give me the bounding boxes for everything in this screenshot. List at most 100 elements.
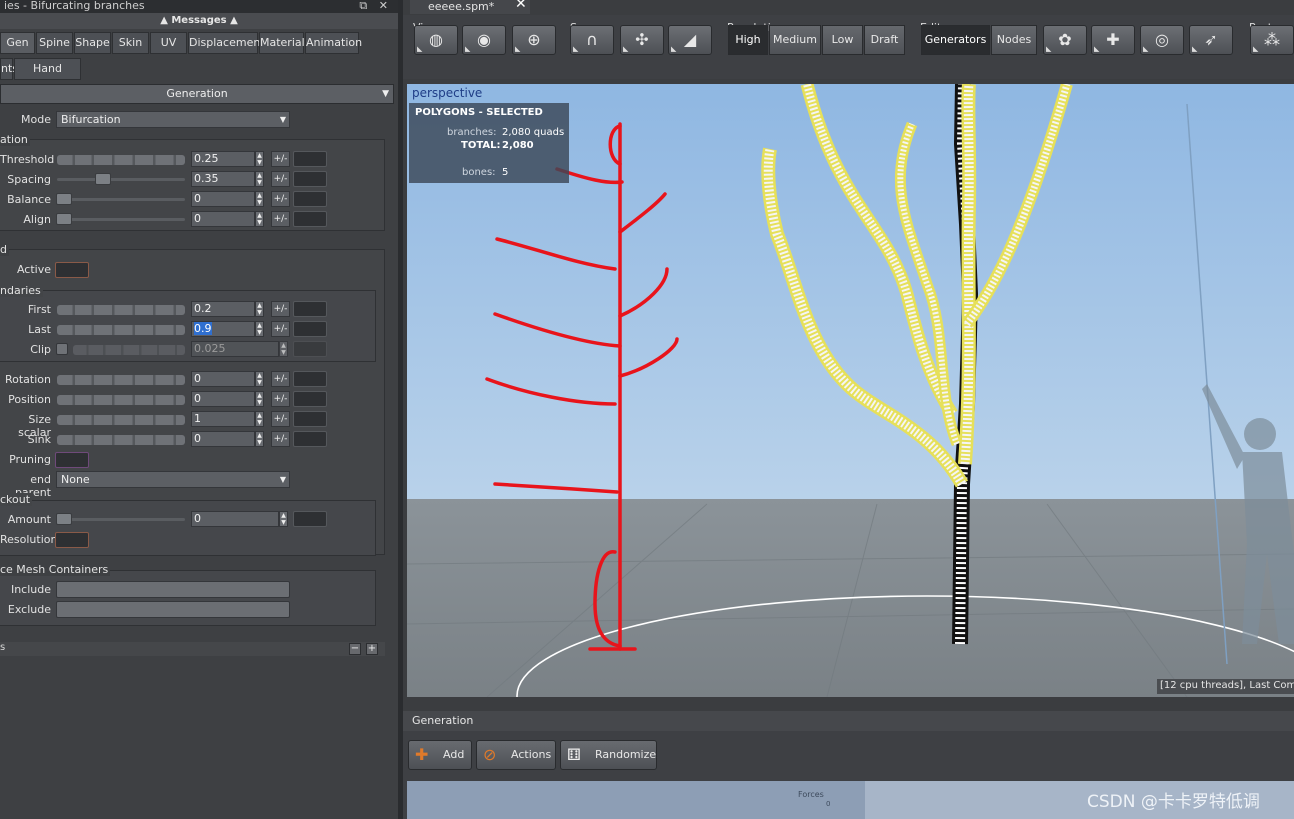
spacing-slider[interactable] (57, 178, 185, 181)
zoom-icon[interactable]: ⊕ ◣ (512, 25, 556, 55)
last-random-button[interactable]: +/- (271, 321, 290, 337)
align-curve-swatch[interactable] (293, 211, 327, 227)
active-toggle[interactable] (55, 262, 89, 278)
align-knob[interactable] (56, 213, 72, 225)
resolution-low-button[interactable]: Low (822, 25, 863, 55)
spacing-knob[interactable] (95, 173, 111, 185)
clip-checkbox[interactable] (56, 343, 68, 355)
resolution-high-button[interactable]: High (728, 25, 768, 55)
rotation-spinner[interactable]: ▲ ▼ (255, 371, 264, 387)
magnet-icon[interactable]: ∩ ◣ (570, 25, 614, 55)
align-random-button[interactable]: +/- (271, 211, 290, 227)
first-random-button[interactable]: +/- (271, 301, 290, 317)
include-field[interactable] (56, 581, 290, 598)
size-scalar-curve-swatch[interactable] (293, 411, 327, 427)
close-icon[interactable]: ✕ (515, 0, 527, 11)
size-scalar-spinner[interactable]: ▲ ▼ (255, 411, 264, 427)
tab-hand-drawn[interactable]: Hand Drawn (14, 58, 81, 95)
eye-icon[interactable]: ◉ ◣ (462, 25, 506, 55)
first-input[interactable]: 0.2 (191, 301, 255, 317)
tab-spine[interactable]: Spine (36, 32, 73, 54)
balance-spinner[interactable]: ▲ ▼ (255, 191, 264, 207)
align-spinner[interactable]: ▲ ▼ (255, 211, 264, 227)
mode-dropdown[interactable]: Bifurcation ▼ (56, 111, 290, 128)
spacing-random-button[interactable]: +/- (271, 171, 290, 187)
pruning-toggle[interactable] (55, 452, 89, 468)
tab-nts[interactable]: nts (0, 58, 18, 80)
first-slider[interactable] (57, 305, 185, 315)
randomize-button[interactable]: ⚅ Randomize (560, 740, 657, 770)
eyeball-icon[interactable]: ◎ ◣ (1140, 25, 1184, 55)
size-scalar-random-button[interactable]: +/- (271, 411, 290, 427)
sink-spinner[interactable]: ▲ ▼ (255, 431, 264, 447)
collapse-arrow-icon[interactable]: ▼ (382, 85, 389, 103)
spacing-spinner[interactable]: ▲ ▼ (255, 171, 264, 187)
3d-viewport[interactable]: perspective POLYGONS - SELECTED branches… (407, 84, 1294, 697)
bird-icon[interactable]: ➶ ◣ (1189, 25, 1233, 55)
position-random-button[interactable]: +/- (271, 391, 290, 407)
forces-node-label[interactable]: Forces (798, 790, 824, 799)
rotation-curve-swatch[interactable] (293, 371, 327, 387)
last-curve-swatch[interactable] (293, 321, 327, 337)
first-spinner[interactable]: ▲ ▼ (255, 301, 264, 317)
amount-knob[interactable] (56, 513, 72, 525)
post-effects-icon[interactable]: ⁂ ◣ (1250, 25, 1294, 55)
size-scalar-input[interactable]: 1 (191, 411, 255, 427)
tab-animation[interactable]: Animation (305, 32, 362, 54)
amount-slider[interactable] (57, 518, 185, 521)
resolution-toggle[interactable] (55, 532, 89, 548)
remove-button[interactable]: − (349, 643, 361, 655)
align-input[interactable]: 0 (191, 211, 255, 227)
balance-knob[interactable] (56, 193, 72, 205)
balance-input[interactable]: 0 (191, 191, 255, 207)
fan-icon[interactable]: ✣ ◣ (620, 25, 664, 55)
sink-slider[interactable] (57, 435, 185, 445)
actions-button[interactable]: ⊘ Actions (476, 740, 556, 770)
generators-button[interactable]: Generators (921, 25, 990, 55)
sink-random-button[interactable]: +/- (271, 431, 290, 447)
tab-displacement[interactable]: Displacement (188, 32, 265, 54)
add-generator-button[interactable]: ✚ Add (408, 740, 472, 770)
clip-spinner[interactable]: ▲ ▼ (279, 341, 288, 357)
add-branch-icon[interactable]: ✚ ◣ (1091, 25, 1135, 55)
tab-uv[interactable]: UV (150, 32, 187, 54)
add-button[interactable]: + (366, 643, 378, 655)
end-parent-dropdown[interactable]: None ▼ (56, 471, 290, 488)
threshold-curve-swatch[interactable] (293, 151, 327, 167)
resolution-draft-button[interactable]: Draft (864, 25, 905, 55)
spacing-input[interactable]: 0.35 (191, 171, 255, 187)
last-spinner[interactable]: ▲ ▼ (255, 321, 264, 337)
position-curve-swatch[interactable] (293, 391, 327, 407)
threshold-slider[interactable] (57, 155, 185, 165)
tab-gen[interactable]: Gen (0, 32, 35, 54)
position-spinner[interactable]: ▲ ▼ (255, 391, 264, 407)
threshold-spinner[interactable]: ▲ ▼ (255, 151, 264, 167)
threshold-random-button[interactable]: +/- (271, 151, 290, 167)
tab-shape[interactable]: Shape (74, 32, 111, 54)
sink-input[interactable]: 0 (191, 431, 255, 447)
generation-section-header[interactable]: Generation ▼ (0, 84, 394, 104)
tab-material[interactable]: Material (259, 32, 305, 54)
position-input[interactable]: 0 (191, 391, 255, 407)
rotation-input[interactable]: 0 (191, 371, 255, 387)
align-slider[interactable] (57, 218, 185, 221)
camera-label[interactable]: perspective (412, 86, 482, 100)
threshold-input[interactable]: 0.25 (191, 151, 255, 167)
amount-spinner[interactable]: ▲ ▼ (279, 511, 288, 527)
clip-input[interactable]: 0.025 (191, 341, 279, 357)
rotation-random-button[interactable]: +/- (271, 371, 290, 387)
size-scalar-slider[interactable] (57, 415, 185, 425)
amount-input[interactable]: 0 (191, 511, 279, 527)
sink-curve-swatch[interactable] (293, 431, 327, 447)
amount-curve-swatch[interactable] (293, 511, 327, 527)
exclude-field[interactable] (56, 601, 290, 618)
node-graph[interactable]: Forces 0 CSDN @卡卡罗特低调 (407, 781, 1294, 819)
panel-window-buttons[interactable]: ⧉ ✕ (359, 0, 392, 12)
spotlight-icon[interactable]: ◢ ◣ (668, 25, 712, 55)
globe-icon[interactable]: ◍ ◣ (414, 25, 458, 55)
spacing-curve-swatch[interactable] (293, 171, 327, 187)
document-tab[interactable]: eeeee.spm* ✕ (410, 0, 530, 14)
paint-icon[interactable]: ✿ ◣ (1043, 25, 1087, 55)
last-slider[interactable] (57, 325, 185, 335)
balance-random-button[interactable]: +/- (271, 191, 290, 207)
